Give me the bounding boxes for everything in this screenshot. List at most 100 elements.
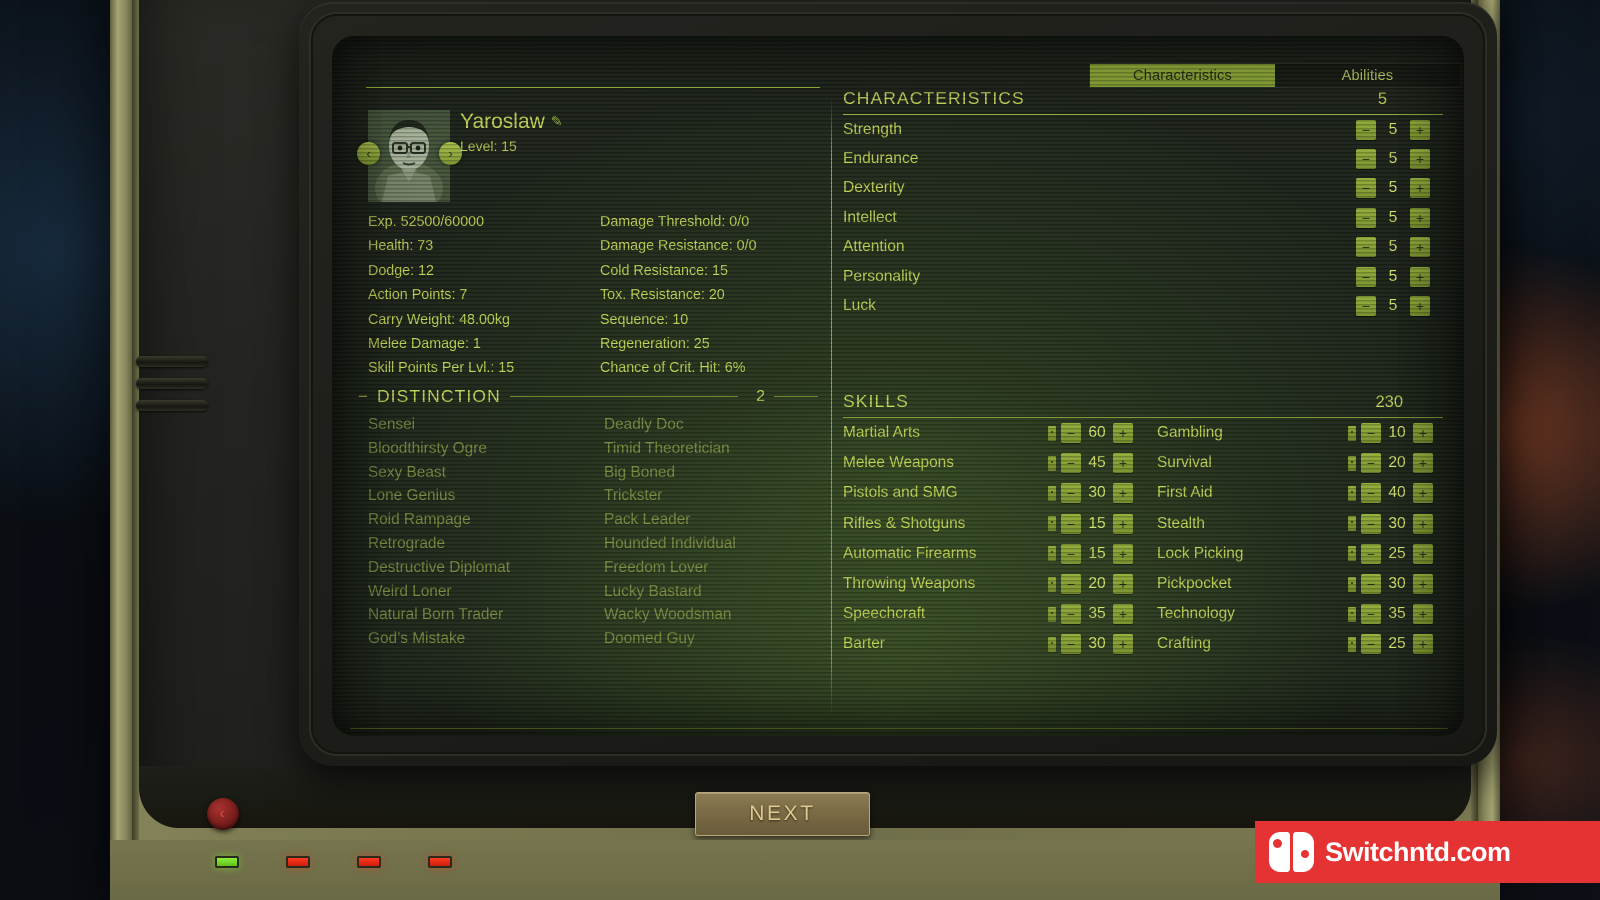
skill-lock-icon[interactable] <box>1348 636 1356 652</box>
distinction-item[interactable]: Deadly Doc <box>604 416 818 434</box>
skill-lock-icon[interactable] <box>1048 425 1056 441</box>
decrement-button[interactable]: − <box>1061 543 1081 564</box>
increment-button[interactable]: + <box>1113 604 1133 625</box>
increment-button[interactable]: + <box>1113 453 1133 474</box>
skill-row: Barter − 30 + <box>843 629 1143 659</box>
footer-rule <box>350 728 1448 729</box>
decrement-button[interactable]: − <box>1356 237 1376 258</box>
increment-button[interactable]: + <box>1410 119 1430 140</box>
skill-lock-icon[interactable] <box>1048 606 1056 622</box>
skill-value: 20 <box>1388 454 1406 472</box>
decrement-button[interactable]: − <box>1361 634 1381 655</box>
increment-button[interactable]: + <box>1410 296 1430 317</box>
distinction-item[interactable]: Retrograde <box>368 535 604 553</box>
skill-row: Rifles & Shotguns − 15 + <box>843 509 1143 539</box>
increment-button[interactable]: + <box>1113 543 1133 564</box>
distinction-list: Sensei Deadly Doc Bloodthirsty Ogre Timi… <box>368 416 818 648</box>
increment-button[interactable]: + <box>1413 423 1433 444</box>
distinction-item[interactable]: Lucky Bastard <box>604 583 818 601</box>
increment-button[interactable]: + <box>1413 453 1433 474</box>
increment-button[interactable]: + <box>1410 178 1430 199</box>
tab-characteristics[interactable]: Characteristics <box>1090 64 1275 87</box>
increment-button[interactable]: + <box>1113 423 1133 444</box>
next-button[interactable]: NEXT <box>695 792 870 836</box>
skill-lock-icon[interactable] <box>1048 455 1056 471</box>
distinction-item[interactable]: Wacky Woodsman <box>604 606 818 624</box>
skill-lock-icon[interactable] <box>1348 546 1356 562</box>
distinction-item[interactable]: Big Boned <box>604 464 818 482</box>
distinction-item[interactable]: Freedom Lover <box>604 559 818 577</box>
increment-button[interactable]: + <box>1113 574 1133 595</box>
increment-button[interactable]: + <box>1413 634 1433 655</box>
decrement-button[interactable]: − <box>1356 266 1376 287</box>
distinction-item[interactable]: Bloodthirsty Ogre <box>368 440 604 458</box>
increment-button[interactable]: + <box>1410 149 1430 170</box>
skill-lock-icon[interactable] <box>1348 606 1356 622</box>
decrement-button[interactable]: − <box>1061 483 1081 504</box>
distinction-item[interactable]: God’s Mistake <box>368 630 604 648</box>
skill-lock-icon[interactable] <box>1348 576 1356 592</box>
decrement-button[interactable]: − <box>1356 207 1376 228</box>
skill-value: 10 <box>1388 424 1406 442</box>
distinction-item[interactable]: Doomed Guy <box>604 630 818 648</box>
distinction-item[interactable]: Trickster <box>604 487 818 505</box>
distinction-item[interactable]: Sensei <box>368 416 604 434</box>
skill-value: 40 <box>1388 484 1406 502</box>
decrement-button[interactable]: − <box>1061 634 1081 655</box>
increment-button[interactable]: + <box>1413 604 1433 625</box>
decrement-button[interactable]: − <box>1061 604 1081 625</box>
increment-button[interactable]: + <box>1113 513 1133 534</box>
decrement-button[interactable]: − <box>1356 119 1376 140</box>
decrement-button[interactable]: − <box>1356 178 1376 199</box>
left-column: ‹ › Yaroslaw ✎ Level: 15 Exp. 52500/60000… <box>350 87 820 647</box>
tab-abilities[interactable]: Abilities <box>1275 64 1460 87</box>
increment-button[interactable]: + <box>1410 207 1430 228</box>
skill-lock-icon[interactable] <box>1048 576 1056 592</box>
distinction-item[interactable]: Hounded Individual <box>604 535 818 553</box>
next-character-button[interactable]: › <box>439 142 462 165</box>
decrement-button[interactable]: − <box>1361 604 1381 625</box>
decrement-button[interactable]: − <box>1361 513 1381 534</box>
decrement-button[interactable]: − <box>1356 149 1376 170</box>
decrement-button[interactable]: − <box>1061 423 1081 444</box>
distinction-rule-end <box>774 396 818 397</box>
increment-button[interactable]: + <box>1413 513 1433 534</box>
skill-lock-icon[interactable] <box>1048 636 1056 652</box>
decrement-button[interactable]: − <box>1061 574 1081 595</box>
distinction-item[interactable]: Timid Theoretician <box>604 440 818 458</box>
decrement-button[interactable]: − <box>1361 574 1381 595</box>
increment-button[interactable]: + <box>1410 266 1430 287</box>
increment-button[interactable]: + <box>1413 483 1433 504</box>
distinction-item[interactable]: Lone Genius <box>368 487 604 505</box>
distinction-item[interactable]: Sexy Beast <box>368 464 604 482</box>
decrement-button[interactable]: − <box>1356 296 1376 317</box>
skill-lock-icon[interactable] <box>1048 485 1056 501</box>
back-button[interactable]: ‹ <box>207 798 239 830</box>
increment-button[interactable]: + <box>1113 483 1133 504</box>
decrement-button[interactable]: − <box>1361 453 1381 474</box>
increment-button[interactable]: + <box>1410 237 1430 258</box>
skill-lock-icon[interactable] <box>1348 455 1356 471</box>
distinction-item[interactable]: Natural Born Trader <box>368 606 604 624</box>
decrement-button[interactable]: − <box>1061 453 1081 474</box>
skill-value: 15 <box>1088 544 1106 562</box>
decrement-button[interactable]: − <box>1361 423 1381 444</box>
distinction-item[interactable]: Weird Loner <box>368 583 604 601</box>
skill-lock-icon[interactable] <box>1048 546 1056 562</box>
distinction-item[interactable]: Pack Leader <box>604 511 818 529</box>
distinction-item[interactable]: Destructive Diplomat <box>368 559 604 577</box>
distinction-item[interactable]: Roid Rampage <box>368 511 604 529</box>
pencil-icon[interactable]: ✎ <box>551 113 563 130</box>
increment-button[interactable]: + <box>1113 634 1133 655</box>
collapse-icon[interactable]: − <box>358 388 368 405</box>
increment-button[interactable]: + <box>1413 543 1433 564</box>
decrement-button[interactable]: − <box>1361 483 1381 504</box>
prev-character-button[interactable]: ‹ <box>357 142 380 165</box>
increment-button[interactable]: + <box>1413 574 1433 595</box>
skill-lock-icon[interactable] <box>1348 425 1356 441</box>
decrement-button[interactable]: − <box>1361 543 1381 564</box>
skill-lock-icon[interactable] <box>1348 485 1356 501</box>
decrement-button[interactable]: − <box>1061 513 1081 534</box>
skill-lock-icon[interactable] <box>1348 516 1356 532</box>
skill-lock-icon[interactable] <box>1048 516 1056 532</box>
